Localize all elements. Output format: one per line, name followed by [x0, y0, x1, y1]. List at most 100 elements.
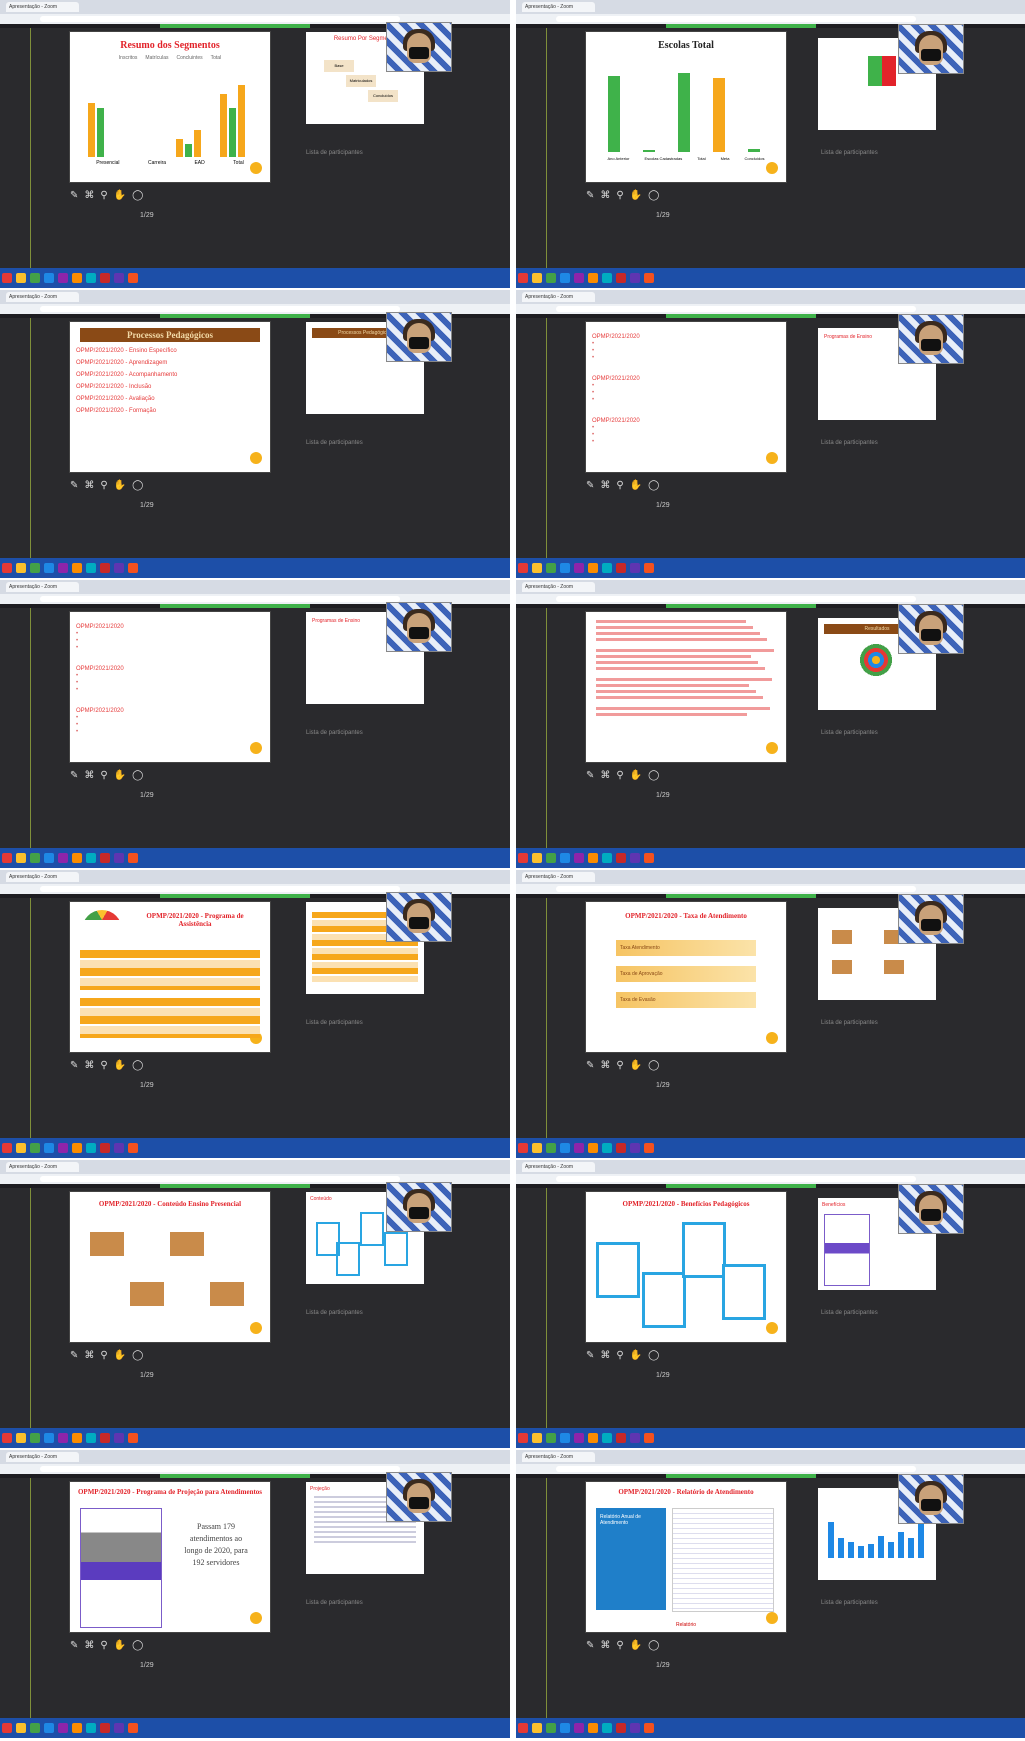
taskbar-app-icon[interactable]: [546, 1143, 556, 1153]
taskbar-app-icon[interactable]: [100, 853, 110, 863]
browser-tab[interactable]: Apresentação - Zoom: [6, 1452, 79, 1462]
pencil-icon[interactable]: ✎: [70, 770, 84, 781]
taskbar-app-icon[interactable]: [518, 273, 528, 283]
taskbar-app-icon[interactable]: [58, 563, 68, 573]
browser-tab[interactable]: Apresentação - Zoom: [6, 2, 79, 12]
stamp-icon[interactable]: ⌘: [84, 770, 100, 781]
zoom-icon[interactable]: ⚲: [100, 1060, 113, 1071]
taskbar-app-icon[interactable]: [128, 273, 138, 283]
taskbar-app-icon[interactable]: [44, 853, 54, 863]
taskbar-app-icon[interactable]: [616, 563, 626, 573]
taskbar-app-icon[interactable]: [518, 1143, 528, 1153]
taskbar-app-icon[interactable]: [644, 563, 654, 573]
taskbar-app-icon[interactable]: [30, 853, 40, 863]
address-input[interactable]: [556, 306, 916, 312]
address-input[interactable]: [556, 16, 916, 22]
hand-icon[interactable]: ✋: [630, 480, 648, 491]
taskbar-app-icon[interactable]: [560, 1143, 570, 1153]
zoom-icon[interactable]: ⚲: [100, 480, 113, 491]
page-control[interactable]: 1/29: [140, 1082, 154, 1089]
stamp-icon[interactable]: ⌘: [84, 190, 100, 201]
page-control[interactable]: 1/29: [656, 1082, 670, 1089]
taskbar-app-icon[interactable]: [630, 1143, 640, 1153]
stamp-icon[interactable]: ⌘: [84, 480, 100, 491]
taskbar-app-icon[interactable]: [30, 273, 40, 283]
browser-tab[interactable]: Apresentação - Zoom: [522, 2, 595, 12]
page-control[interactable]: 1/29: [140, 212, 154, 219]
taskbar-app-icon[interactable]: [630, 1723, 640, 1733]
taskbar-app-icon[interactable]: [560, 273, 570, 283]
zoom-icon[interactable]: ⚲: [616, 1060, 629, 1071]
taskbar-app-icon[interactable]: [58, 1723, 68, 1733]
taskbar-app-icon[interactable]: [16, 853, 26, 863]
taskbar-app-icon[interactable]: [644, 1723, 654, 1733]
taskbar-app-icon[interactable]: [588, 273, 598, 283]
taskbar-app-icon[interactable]: [518, 1433, 528, 1443]
taskbar-app-icon[interactable]: [72, 273, 82, 283]
taskbar-app-icon[interactable]: [44, 1433, 54, 1443]
taskbar-app-icon[interactable]: [44, 1723, 54, 1733]
taskbar-app-icon[interactable]: [546, 1433, 556, 1443]
taskbar-app-icon[interactable]: [588, 1433, 598, 1443]
taskbar-app-icon[interactable]: [574, 563, 584, 573]
taskbar-app-icon[interactable]: [602, 273, 612, 283]
taskbar-app-icon[interactable]: [2, 1433, 12, 1443]
taskbar-app-icon[interactable]: [560, 853, 570, 863]
taskbar-app-icon[interactable]: [574, 273, 584, 283]
hand-icon[interactable]: ✋: [114, 770, 132, 781]
taskbar-app-icon[interactable]: [2, 563, 12, 573]
address-input[interactable]: [556, 1176, 916, 1182]
taskbar-app-icon[interactable]: [616, 853, 626, 863]
pencil-icon[interactable]: ✎: [586, 1640, 600, 1651]
taskbar-app-icon[interactable]: [602, 853, 612, 863]
taskbar-app-icon[interactable]: [616, 273, 626, 283]
page-control[interactable]: 1/29: [656, 792, 670, 799]
address-input[interactable]: [556, 886, 916, 892]
pencil-icon[interactable]: ✎: [70, 190, 84, 201]
taskbar-app-icon[interactable]: [30, 1143, 40, 1153]
browser-tab[interactable]: Apresentação - Zoom: [522, 872, 595, 882]
page-control[interactable]: 1/29: [140, 792, 154, 799]
browser-tab[interactable]: Apresentação - Zoom: [522, 1162, 595, 1172]
taskbar-app-icon[interactable]: [44, 273, 54, 283]
taskbar-app-icon[interactable]: [588, 563, 598, 573]
comment-icon[interactable]: ◯: [648, 1350, 665, 1361]
taskbar-app-icon[interactable]: [518, 853, 528, 863]
taskbar-app-icon[interactable]: [128, 1433, 138, 1443]
page-control[interactable]: 1/29: [140, 502, 154, 509]
hand-icon[interactable]: ✋: [114, 1640, 132, 1651]
taskbar-app-icon[interactable]: [30, 563, 40, 573]
taskbar-app-icon[interactable]: [630, 563, 640, 573]
browser-tab[interactable]: Apresentação - Zoom: [522, 1452, 595, 1462]
taskbar-app-icon[interactable]: [602, 1143, 612, 1153]
taskbar-app-icon[interactable]: [532, 853, 542, 863]
browser-tab[interactable]: Apresentação - Zoom: [6, 582, 79, 592]
taskbar-app-icon[interactable]: [86, 563, 96, 573]
comment-icon[interactable]: ◯: [132, 190, 149, 201]
address-input[interactable]: [40, 16, 400, 22]
taskbar-app-icon[interactable]: [16, 1143, 26, 1153]
stamp-icon[interactable]: ⌘: [600, 770, 616, 781]
taskbar-app-icon[interactable]: [644, 273, 654, 283]
taskbar-app-icon[interactable]: [560, 1723, 570, 1733]
taskbar-app-icon[interactable]: [602, 1433, 612, 1443]
page-control[interactable]: 1/29: [656, 1662, 670, 1669]
pencil-icon[interactable]: ✎: [586, 1350, 600, 1361]
taskbar-app-icon[interactable]: [114, 1143, 124, 1153]
pencil-icon[interactable]: ✎: [586, 480, 600, 491]
pencil-icon[interactable]: ✎: [70, 1350, 84, 1361]
taskbar-app-icon[interactable]: [72, 853, 82, 863]
taskbar-app-icon[interactable]: [560, 563, 570, 573]
taskbar-app-icon[interactable]: [574, 1723, 584, 1733]
hand-icon[interactable]: ✋: [630, 1640, 648, 1651]
taskbar-app-icon[interactable]: [58, 1433, 68, 1443]
zoom-icon[interactable]: ⚲: [616, 1640, 629, 1651]
address-input[interactable]: [40, 1176, 400, 1182]
taskbar-app-icon[interactable]: [644, 1143, 654, 1153]
address-input[interactable]: [40, 1466, 400, 1472]
taskbar-app-icon[interactable]: [114, 853, 124, 863]
taskbar-app-icon[interactable]: [100, 273, 110, 283]
comment-icon[interactable]: ◯: [648, 1640, 665, 1651]
page-control[interactable]: 1/29: [656, 212, 670, 219]
taskbar-app-icon[interactable]: [574, 1433, 584, 1443]
